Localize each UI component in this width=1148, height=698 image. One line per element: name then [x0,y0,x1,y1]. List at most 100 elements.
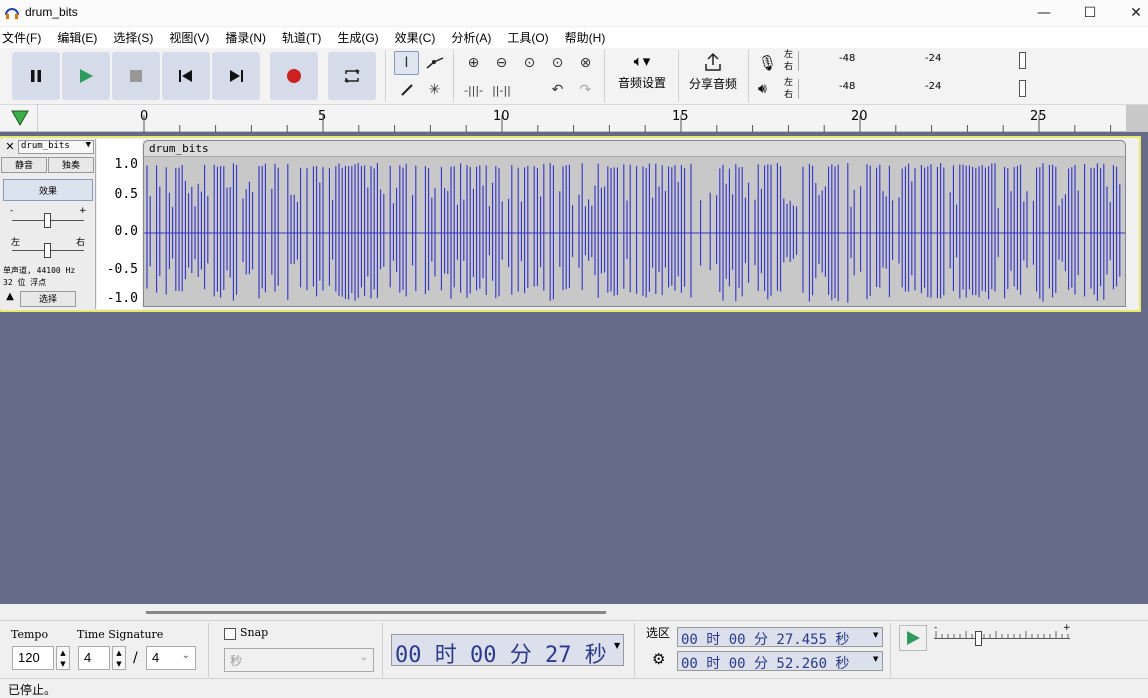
zoom-in-icon: ⊕ [467,55,480,71]
zoom-toggle-button[interactable]: ⊗ [573,51,598,75]
select-track-button[interactable]: 选择 [20,291,76,307]
menu-effect[interactable]: 效果(C) [393,29,436,46]
pencil-icon [400,84,413,96]
collapse-track-icon[interactable]: ▲ [1,291,19,307]
play-meter-right: 右 [784,90,794,100]
audio-setup-button[interactable]: 🔈︎▾ 音频设置 [612,52,672,100]
menu-transport[interactable]: 播录(N) [223,29,266,46]
tempo-input[interactable]: 120 [12,646,54,670]
playback-speed-slider[interactable] [975,631,982,646]
pause-button[interactable] [12,52,60,100]
gain-plus-label: + [79,206,87,216]
snap-unit-select[interactable]: 秒 ⌄ [224,648,374,672]
play-at-speed-button[interactable] [899,625,927,651]
menu-help[interactable]: 帮助(H) [563,29,606,46]
selection-start-time[interactable]: 00 时 00 分 27.455 秒 [677,627,883,648]
timeline-ruler[interactable]: 0 5 10 15 20 25 [0,105,1148,132]
menu-file[interactable]: 文件(F) [0,29,41,46]
speed-slider-track [934,638,1070,639]
selection-tool[interactable]: I [394,51,419,75]
y-label-neg-1: -1.0 [106,291,138,306]
snap-checkbox[interactable] [224,628,236,640]
skip-to-end-button[interactable] [212,52,260,100]
effects-button[interactable]: 效果 [3,179,93,201]
trim-button[interactable]: -|||- [461,78,486,102]
menu-tracks[interactable]: 轨道(T) [280,29,321,46]
ruler-ticks [143,115,1112,132]
stop-button[interactable] [112,52,160,100]
rec-level-slider[interactable] [1019,52,1026,69]
clip-title-bar[interactable]: drum_bits [144,141,1125,157]
y-label-0: 0.0 [114,224,138,239]
multi-tool[interactable]: ✳ [422,78,447,102]
silence-button[interactable]: ||-|| [489,78,514,102]
redo-button[interactable]: ↷ [573,78,598,102]
menu-select[interactable]: 选择(S) [111,29,153,46]
envelope-tool[interactable] [422,51,447,75]
sel-start-dropdown-icon[interactable]: ▼ [873,631,878,639]
record-meter-channels: 左 右 [784,49,793,73]
time-sig-denominator-value: 4 [152,650,160,665]
menu-analyze[interactable]: 分析(A) [449,29,491,46]
tempo-stepper[interactable]: ▲ ▼ [56,646,70,670]
zoom-selection-icon: ⊙ [523,55,536,71]
close-button[interactable]: ✕ [1113,0,1148,26]
fit-selection-button[interactable]: ⊙ [517,51,542,75]
record-button[interactable] [270,52,318,100]
mute-button[interactable]: 静音 [1,157,47,173]
loop-button[interactable] [328,52,376,100]
maximize-button[interactable]: ☐ [1067,0,1113,26]
track-format-info: 单声道, 44100 Hz [3,266,76,275]
menu-view[interactable]: 视图(V) [167,29,209,46]
menu-edit[interactable]: 编辑(E) [55,29,97,46]
recording-meter[interactable]: -48 -24 [798,51,1030,71]
zoom-out-button[interactable]: ⊖ [489,51,514,75]
audio-clip[interactable]: drum_bits [143,140,1126,307]
time-sig-numerator-input[interactable]: 4 [78,646,110,670]
speaker-icon: 🔊︎ [758,81,767,97]
ruler-right-pad [1126,105,1148,131]
time-format-dropdown-icon[interactable]: ▼ [614,641,620,650]
pause-icon [31,70,41,82]
pan-right-label: 右 [76,238,86,248]
track-close-button[interactable]: ✕ [2,140,18,154]
rec-meter-left: 左 [784,50,794,60]
amplitude-axis: 1.0 0.5 0.0 -0.5 -1.0 [97,139,142,309]
gain-slider[interactable] [44,213,51,228]
play-icon [907,631,920,645]
selection-end-value: 00 时 00 分 52.260 秒 [681,656,850,672]
skip-to-start-button[interactable] [162,52,210,100]
rec-meter-right: 右 [784,62,794,72]
fit-project-button[interactable]: ⊙ [545,51,570,75]
menu-bar: 文件(F) 编辑(E) 选择(S) 视图(V) 播录(N) 轨道(T) 生成(G… [0,27,1148,48]
play-meter-left: 左 [784,78,794,88]
time-sig-numerator-stepper[interactable]: ▲ ▼ [112,646,126,670]
undo-button[interactable]: ↶ [545,78,570,102]
zoom-in-button[interactable]: ⊕ [461,51,486,75]
track-name: drum_bits [21,141,70,151]
selection-label: 选区 [646,626,671,640]
share-audio-button[interactable]: 分享音频 [684,52,742,100]
sel-end-dropdown-icon[interactable]: ▼ [873,655,878,663]
selection-settings-gear-icon[interactable]: ⚙ [652,650,665,668]
status-bar: 已停止。 [0,678,1148,697]
menu-generate[interactable]: 生成(G) [335,29,378,46]
playback-meter[interactable]: -48 -24 [798,79,1030,99]
pan-slider[interactable] [44,243,51,258]
menu-tools[interactable]: 工具(O) [505,29,548,46]
time-sig-denominator-select[interactable]: 4 ⌄ [146,646,196,670]
track-name-menu[interactable]: drum_bits ▼ [18,140,94,154]
play-button[interactable] [62,52,110,100]
rec-meter-tick-48: -48 [839,53,856,64]
time-display[interactable]: 00 时 00 分 27 秒 [391,634,624,668]
selection-end-time[interactable]: 00 时 00 分 52.260 秒 [677,651,883,672]
play-level-slider[interactable] [1019,80,1026,97]
play-meter-tick-48: -48 [839,81,856,92]
snap-unit-value: 秒 [230,654,243,668]
draw-tool[interactable] [394,78,419,102]
waveform[interactable] [144,157,1125,307]
horizontal-scrollbar[interactable] [146,611,606,614]
zoom-toggle-icon: ⊗ [579,55,592,71]
solo-button[interactable]: 独奏 [48,157,94,173]
minimize-button[interactable]: — [1021,0,1067,26]
